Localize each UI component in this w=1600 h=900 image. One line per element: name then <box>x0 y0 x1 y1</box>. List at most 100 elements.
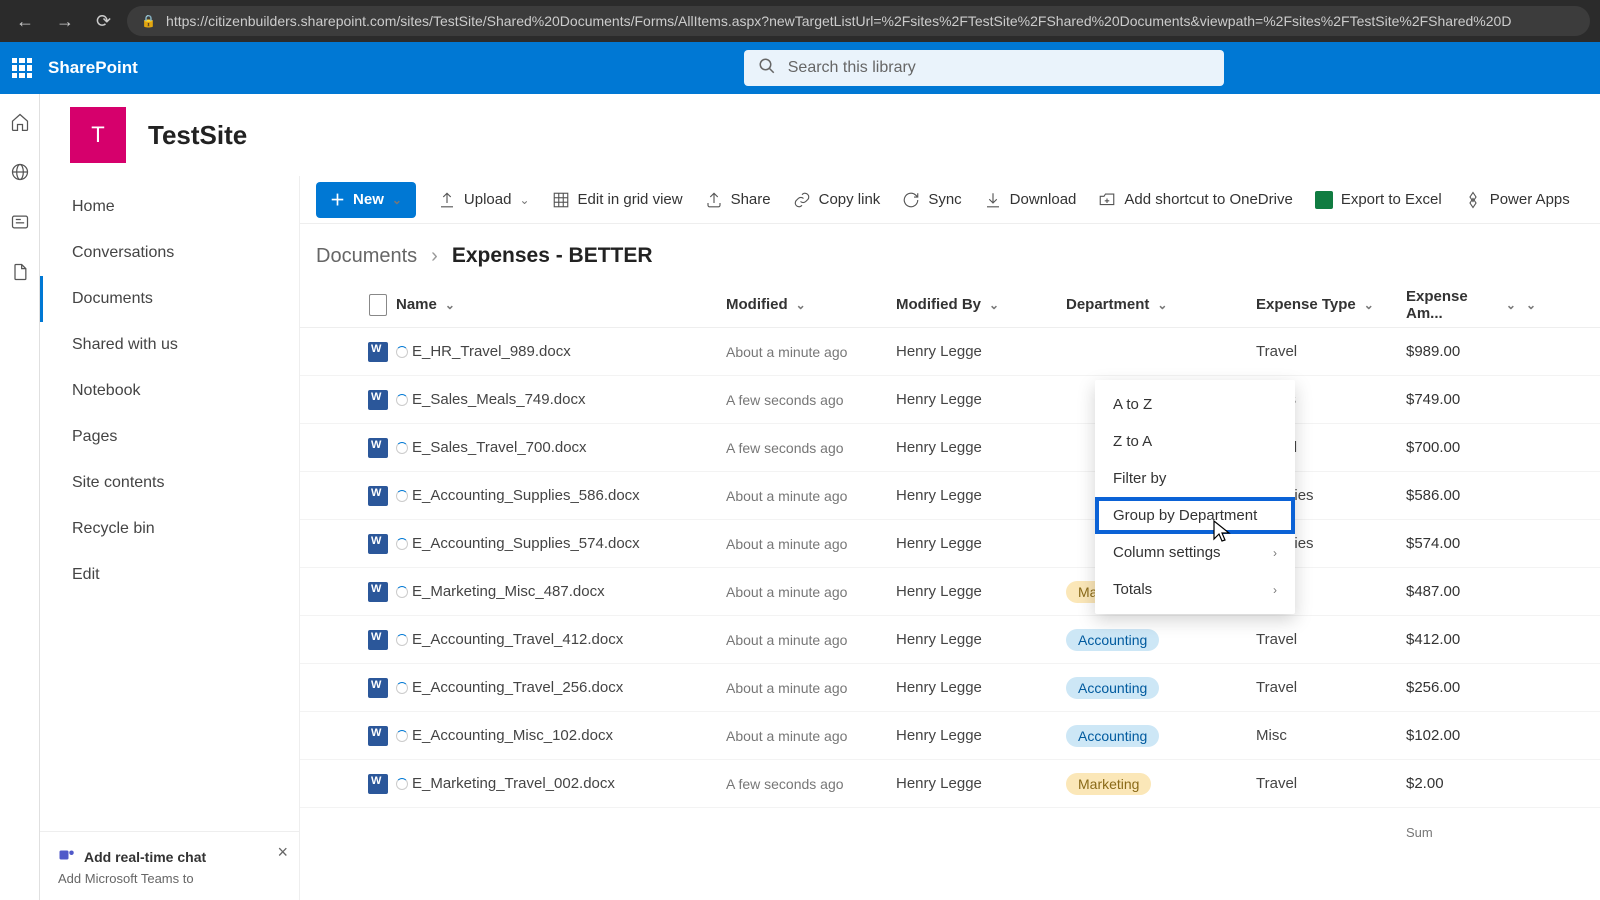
column-modified[interactable]: Modified⌄ <box>726 296 896 313</box>
table-row[interactable]: E_Accounting_Travel_256.docxAbout a minu… <box>300 664 1600 712</box>
table-row[interactable]: E_Accounting_Supplies_574.docxAbout a mi… <box>300 520 1600 568</box>
nav-recycle-bin[interactable]: Recycle bin <box>40 506 299 552</box>
file-name[interactable]: E_HR_Travel_989.docx <box>412 343 571 360</box>
file-name[interactable]: E_Marketing_Misc_487.docx <box>412 583 605 600</box>
nav-documents[interactable]: Documents <box>40 276 299 322</box>
table-row[interactable]: E_Marketing_Misc_487.docxAbout a minute … <box>300 568 1600 616</box>
column-modified-by[interactable]: Modified By⌄ <box>896 296 1066 313</box>
close-icon[interactable]: × <box>277 842 288 863</box>
modified-by[interactable]: Henry Legge <box>896 439 982 456</box>
modified-by[interactable]: Henry Legge <box>896 535 982 552</box>
browser-chrome: ← → ⟳ 🔒 https://citizenbuilders.sharepoi… <box>0 0 1600 42</box>
news-icon[interactable] <box>10 212 30 232</box>
edit-grid-button[interactable]: Edit in grid view <box>552 191 683 209</box>
modified-time: About a minute ago <box>726 728 847 744</box>
globe-icon[interactable] <box>10 162 30 182</box>
table-row[interactable]: E_Marketing_Travel_002.docxA few seconds… <box>300 760 1600 808</box>
add-shortcut-button[interactable]: Add shortcut to OneDrive <box>1098 191 1292 209</box>
modified-by[interactable]: Henry Legge <box>896 487 982 504</box>
nav-conversations[interactable]: Conversations <box>40 230 299 276</box>
nav-site-contents[interactable]: Site contents <box>40 460 299 506</box>
group-by-department[interactable]: Group by Department <box>1095 497 1295 534</box>
files-icon[interactable] <box>10 262 30 282</box>
nav-home[interactable]: Home <box>40 184 299 230</box>
loading-spinner-icon <box>396 538 408 550</box>
sort-a-to-z[interactable]: A to Z <box>1095 386 1295 423</box>
forward-button[interactable]: → <box>50 7 80 36</box>
word-icon <box>368 774 388 794</box>
column-department[interactable]: Department⌄ <box>1066 296 1256 313</box>
copy-link-button[interactable]: Copy link <box>793 191 881 209</box>
word-icon <box>368 390 388 410</box>
file-name[interactable]: E_Accounting_Travel_256.docx <box>412 679 623 696</box>
upload-button[interactable]: Upload ⌄ <box>438 191 530 209</box>
nav-shared[interactable]: Shared with us <box>40 322 299 368</box>
modified-by[interactable]: Henry Legge <box>896 343 982 360</box>
file-name[interactable]: E_Marketing_Travel_002.docx <box>412 775 615 792</box>
table-row[interactable]: E_Accounting_Misc_102.docx About a minute… <box>300 712 1600 760</box>
breadcrumb-root[interactable]: Documents <box>316 245 417 268</box>
file-name[interactable]: E_Accounting_Supplies_574.docx <box>412 535 640 552</box>
nav-pages[interactable]: Pages <box>40 414 299 460</box>
address-bar[interactable]: 🔒 https://citizenbuilders.sharepoint.com… <box>127 6 1590 36</box>
sharepoint-label[interactable]: SharePoint <box>48 58 138 78</box>
file-name[interactable]: E_Accounting_Misc_102.docx <box>412 727 613 744</box>
department-pill: Accounting <box>1066 629 1159 651</box>
sum-label: Sum <box>1406 825 1433 840</box>
download-button[interactable]: Download <box>984 191 1077 209</box>
file-name[interactable]: E_Accounting_Supplies_586.docx <box>412 487 640 504</box>
table-row[interactable]: E_Sales_Meals_749.docxA few seconds agoH… <box>300 376 1600 424</box>
column-expense-type[interactable]: Expense Type⌄ <box>1256 296 1406 313</box>
loading-spinner-icon <box>396 490 408 502</box>
share-button[interactable]: Share <box>705 191 771 209</box>
teams-chat-promo: × Add real-time chat Add Microsoft Teams… <box>40 831 300 900</box>
nav-notebook[interactable]: Notebook <box>40 368 299 414</box>
site-logo[interactable]: T <box>70 107 126 163</box>
nav-edit[interactable]: Edit <box>40 552 299 598</box>
power-apps-label: Power Apps <box>1490 191 1570 208</box>
file-name[interactable]: E_Sales_Meals_749.docx <box>412 391 585 408</box>
app-launcher-icon[interactable] <box>12 58 32 78</box>
table-row[interactable]: E_Accounting_Supplies_586.docxAbout a mi… <box>300 472 1600 520</box>
excel-icon <box>1315 191 1333 209</box>
table-row[interactable]: E_HR_Travel_989.docxAbout a minute agoHe… <box>300 328 1600 376</box>
table-row[interactable]: E_Sales_Travel_700.docxA few seconds ago… <box>300 424 1600 472</box>
url-text: https://citizenbuilders.sharepoint.com/s… <box>166 13 1511 29</box>
file-type-icon <box>360 726 396 746</box>
search-input[interactable]: Search this library <box>744 50 1224 86</box>
sort-z-to-a[interactable]: Z to A <box>1095 423 1295 460</box>
modified-by[interactable]: Henry Legge <box>896 679 982 696</box>
modified-by[interactable]: Henry Legge <box>896 631 982 648</box>
column-expense-amount[interactable]: Expense Am...⌄⌄ <box>1406 288 1536 322</box>
chevron-right-icon: › <box>431 245 438 268</box>
power-apps-button[interactable]: Power Apps <box>1464 191 1570 209</box>
share-label: Share <box>731 191 771 208</box>
file-name[interactable]: E_Sales_Travel_700.docx <box>412 439 587 456</box>
site-name[interactable]: TestSite <box>148 120 247 151</box>
expense-amount: $487.00 <box>1406 583 1460 600</box>
table-row[interactable]: E_Accounting_Travel_412.docxAbout a minu… <box>300 616 1600 664</box>
reload-button[interactable]: ⟳ <box>90 7 117 36</box>
modified-by[interactable]: Henry Legge <box>896 583 982 600</box>
column-settings[interactable]: Column settings› <box>1095 534 1295 571</box>
modified-by[interactable]: Henry Legge <box>896 727 982 744</box>
chevron-down-icon: ⌄ <box>519 193 529 207</box>
column-name[interactable]: Name⌄ <box>396 296 726 313</box>
department-pill: Accounting <box>1066 677 1159 699</box>
file-name[interactable]: E_Accounting_Travel_412.docx <box>412 631 623 648</box>
chevron-right-icon: › <box>1273 546 1277 560</box>
sum-row: Sum <box>300 808 1600 856</box>
sync-button[interactable]: Sync <box>902 191 961 209</box>
modified-by[interactable]: Henry Legge <box>896 391 982 408</box>
expense-amount: $586.00 <box>1406 487 1460 504</box>
filter-by[interactable]: Filter by <box>1095 460 1295 497</box>
type-icon-header[interactable] <box>360 294 396 316</box>
home-icon[interactable] <box>10 112 30 132</box>
back-button[interactable]: ← <box>10 7 40 36</box>
new-button[interactable]: ＋ New ⌄ <box>316 182 416 218</box>
totals[interactable]: Totals› <box>1095 571 1295 608</box>
export-excel-button[interactable]: Export to Excel <box>1315 191 1442 209</box>
modified-by[interactable]: Henry Legge <box>896 775 982 792</box>
chevron-down-icon: ⌄ <box>445 298 455 312</box>
add-shortcut-label: Add shortcut to OneDrive <box>1124 191 1292 208</box>
